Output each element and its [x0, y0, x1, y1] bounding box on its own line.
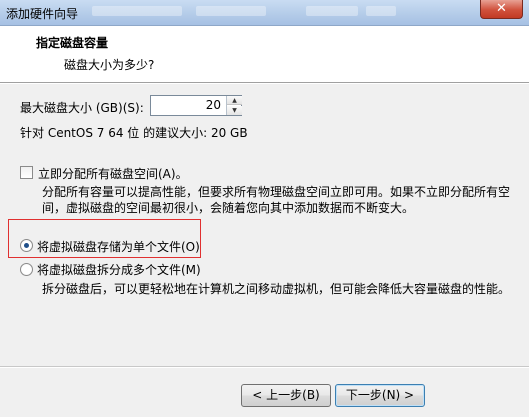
allocate-all-checkbox[interactable] [20, 166, 33, 179]
multi-file-label[interactable]: 将虚拟磁盘拆分成多个文件(M) [37, 261, 201, 278]
back-button[interactable]: < 上一步(B) [241, 384, 331, 407]
multi-file-desc: 拆分磁盘后，可以更轻松地在计算机之间移动虚拟机，但可能会降低大容量磁盘的性能。 [42, 282, 511, 296]
page-subtitle: 磁盘大小为多少? [64, 58, 155, 72]
disk-size-input[interactable] [151, 96, 225, 115]
background-window-ghost [366, 6, 396, 16]
close-button[interactable]: ✕ [480, 0, 523, 19]
stepper-down-icon[interactable]: ▼ [227, 106, 242, 115]
allocate-desc-line2: 间，虚拟磁盘的空间最初很小，会随着您向其中添加数据而不断变大。 [42, 201, 415, 215]
next-button[interactable]: 下一步(N) > [335, 384, 425, 407]
footer-divider-highlight [0, 367, 529, 368]
stepper-up-icon[interactable]: ▲ [227, 96, 242, 105]
close-icon: ✕ [496, 1, 507, 16]
stepper-buttons: ▲ ▼ [226, 96, 242, 115]
background-window-ghost [306, 6, 358, 16]
allocate-desc-line1: 分配所有容量可以提高性能，但要求所有物理磁盘空间立即可用。如果不立即分配所有空 [42, 185, 511, 199]
recommended-size-text: 针对 CentOS 7 64 位 的建议大小: 20 GB [20, 126, 248, 140]
single-file-label[interactable]: 将虚拟磁盘存储为单个文件(O) [37, 238, 200, 255]
page-title: 指定磁盘容量 [36, 36, 109, 50]
multi-file-radio[interactable] [20, 263, 33, 276]
title-bar: 添加硬件向导 ✕ [0, 0, 529, 26]
background-window-ghost [196, 6, 266, 16]
wizard-header: 指定磁盘容量 磁盘大小为多少? [0, 26, 529, 84]
single-file-radio[interactable] [20, 239, 33, 252]
disk-size-label: 最大磁盘大小 (GB)(S): [20, 101, 144, 115]
allocate-all-label[interactable]: 立即分配所有磁盘空间(A)。 [38, 165, 188, 182]
background-window-ghost [92, 6, 182, 16]
disk-size-stepper[interactable]: ▲ ▼ [150, 95, 242, 116]
window-title: 添加硬件向导 [6, 7, 79, 21]
